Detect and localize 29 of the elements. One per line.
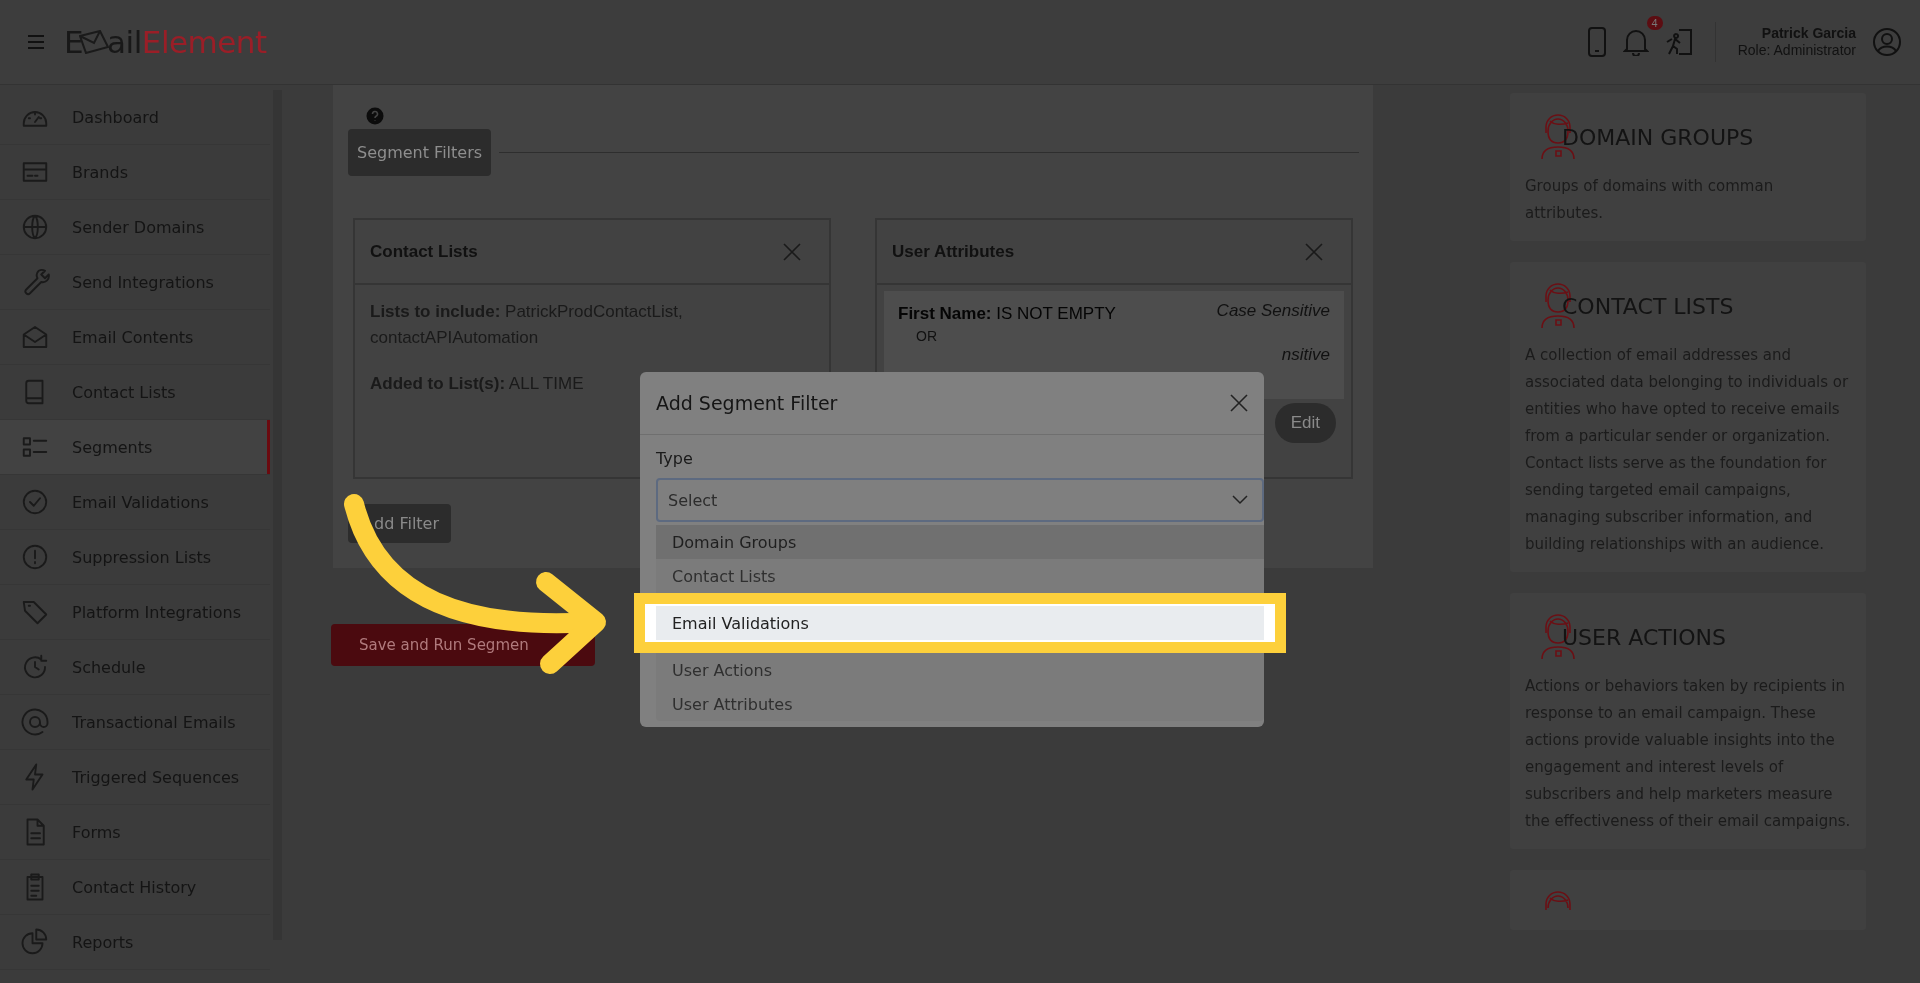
dropdown-option[interactable]: User Attributes bbox=[656, 687, 1264, 721]
menu-icon[interactable] bbox=[28, 35, 44, 49]
close-icon[interactable] bbox=[783, 242, 801, 261]
close-icon[interactable] bbox=[1230, 394, 1248, 412]
dropdown-option[interactable]: User Actions bbox=[656, 653, 1264, 687]
bell-icon[interactable] bbox=[1622, 28, 1649, 56]
user-avatar-icon[interactable] bbox=[1872, 27, 1902, 57]
pie-chart-icon bbox=[20, 927, 50, 957]
dropdown-option[interactable]: Domain Groups bbox=[656, 525, 1264, 559]
at-sign-icon bbox=[20, 707, 50, 737]
dropdown-option[interactable]: Contact Lists bbox=[656, 559, 1264, 593]
dialog-title: Add Segment Filter bbox=[656, 392, 838, 414]
segment-filters-button[interactable]: Segment Filters bbox=[348, 129, 492, 176]
exit-icon[interactable] bbox=[1664, 28, 1693, 56]
close-icon[interactable] bbox=[1305, 242, 1323, 261]
chevron-down-icon bbox=[1232, 495, 1248, 505]
or-separator: OR bbox=[916, 327, 938, 345]
case-sensitive-label: Case Sensitive bbox=[1216, 301, 1330, 322]
globe-icon bbox=[20, 212, 50, 242]
notification-badge: 4 bbox=[1646, 16, 1663, 30]
edit-button[interactable]: Edit bbox=[1274, 403, 1336, 443]
field-label: Type bbox=[656, 449, 694, 468]
condition-text: First Name: IS NOT EMPTY bbox=[898, 303, 1116, 325]
dropdown-option[interactable]: Email Validations bbox=[656, 606, 1264, 640]
phone-icon[interactable] bbox=[1586, 27, 1607, 57]
help-icon[interactable] bbox=[366, 107, 384, 125]
logo-text: Element bbox=[141, 24, 267, 60]
case-sensitive-label: nsitive bbox=[1281, 345, 1330, 366]
type-select[interactable]: Select bbox=[656, 478, 1264, 522]
